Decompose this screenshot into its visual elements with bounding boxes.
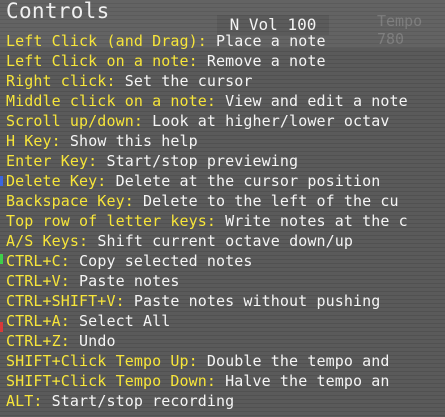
control-desc: Look at higher/lower octav (142, 112, 390, 130)
control-key: SHIFT+Click Tempo Up: (6, 352, 198, 370)
control-key: CTRL+SHIFT+V: (6, 292, 125, 310)
control-row: SHIFT+Click Tempo Up: Double the tempo a… (6, 351, 408, 371)
control-row: Backspace Key: Delete to the left of the… (6, 191, 408, 211)
control-key: Delete Key: (6, 172, 107, 190)
control-desc: Paste notes without pushing (124, 292, 381, 310)
control-key: Scroll up/down: (6, 112, 143, 130)
control-row: Left Click on a note: Remove a note (6, 51, 408, 71)
control-key: Enter Key: (6, 152, 98, 170)
control-key: H Key: (6, 132, 61, 150)
control-desc: Delete to the left of the cu (133, 192, 399, 210)
control-desc: Place a note (206, 32, 326, 50)
track-marker-blue (0, 176, 3, 186)
control-row: A/S Keys: Shift current octave down/up (6, 231, 408, 251)
track-marker-red (0, 322, 3, 332)
control-key: CTRL+A: (6, 312, 70, 330)
control-row: CTRL+A: Select All (6, 311, 408, 331)
control-desc: Show this help (60, 132, 198, 150)
control-row: CTRL+V: Paste notes (6, 271, 408, 291)
control-key: Backspace Key: (6, 192, 134, 210)
control-desc: Halve the tempo an (216, 372, 390, 390)
control-key: Right click: (6, 72, 116, 90)
control-key: ALT: (6, 392, 43, 410)
control-desc: Set the cursor (115, 72, 253, 90)
control-key: Middle click on a note: (6, 92, 217, 110)
control-key: Left Click (and Drag): (6, 32, 207, 50)
control-key: CTRL+C: (6, 252, 70, 270)
control-row: CTRL+SHIFT+V: Paste notes without pushin… (6, 291, 408, 311)
control-desc: Shift current octave down/up (88, 232, 353, 250)
control-key: CTRL+V: (6, 272, 70, 290)
control-row: Left Click (and Drag): Place a note (6, 31, 408, 51)
control-desc: Delete at the cursor position (106, 172, 381, 190)
control-row: Enter Key: Start/stop previewing (6, 151, 408, 171)
control-desc: Copy selected notes (69, 252, 253, 270)
control-key: SHIFT+Click Tempo Down: (6, 372, 217, 390)
control-row: CTRL+Z: Undo (6, 331, 408, 351)
control-row: ALT: Start/stop recording (6, 391, 408, 411)
control-row: Delete Key: Delete at the cursor positio… (6, 171, 408, 191)
control-desc: View and edit a note (216, 92, 408, 110)
control-row: Top row of letter keys: Write notes at t… (6, 211, 408, 231)
track-marker-green (0, 254, 3, 264)
control-desc: Remove a note (197, 52, 326, 70)
control-row: Middle click on a note: View and edit a … (6, 91, 408, 111)
control-desc: Double the tempo and (197, 352, 390, 370)
controls-list: Left Click (and Drag): Place a note Left… (6, 31, 408, 411)
control-key: Top row of letter keys: (6, 212, 217, 230)
control-desc: Start/stop previewing (97, 152, 299, 170)
control-desc: Select All (69, 312, 171, 330)
control-key: CTRL+Z: (6, 332, 70, 350)
control-row: Right click: Set the cursor (6, 71, 408, 91)
control-desc: Undo (69, 332, 116, 350)
control-desc: Start/stop recording (42, 392, 235, 410)
control-row: CTRL+C: Copy selected notes (6, 251, 408, 271)
control-desc: Paste notes (69, 272, 180, 290)
control-row: Scroll up/down: Look at higher/lower oct… (6, 111, 408, 131)
control-key: Left Click on a note: (6, 52, 198, 70)
control-key: A/S Keys: (6, 232, 89, 250)
tempo-label: Tempo (377, 12, 423, 30)
control-row: H Key: Show this help (6, 131, 408, 151)
control-row: SHIFT+Click Tempo Down: Halve the tempo … (6, 371, 408, 391)
controls-title: Controls (6, 0, 110, 23)
control-desc: Write notes at the c (216, 212, 408, 230)
